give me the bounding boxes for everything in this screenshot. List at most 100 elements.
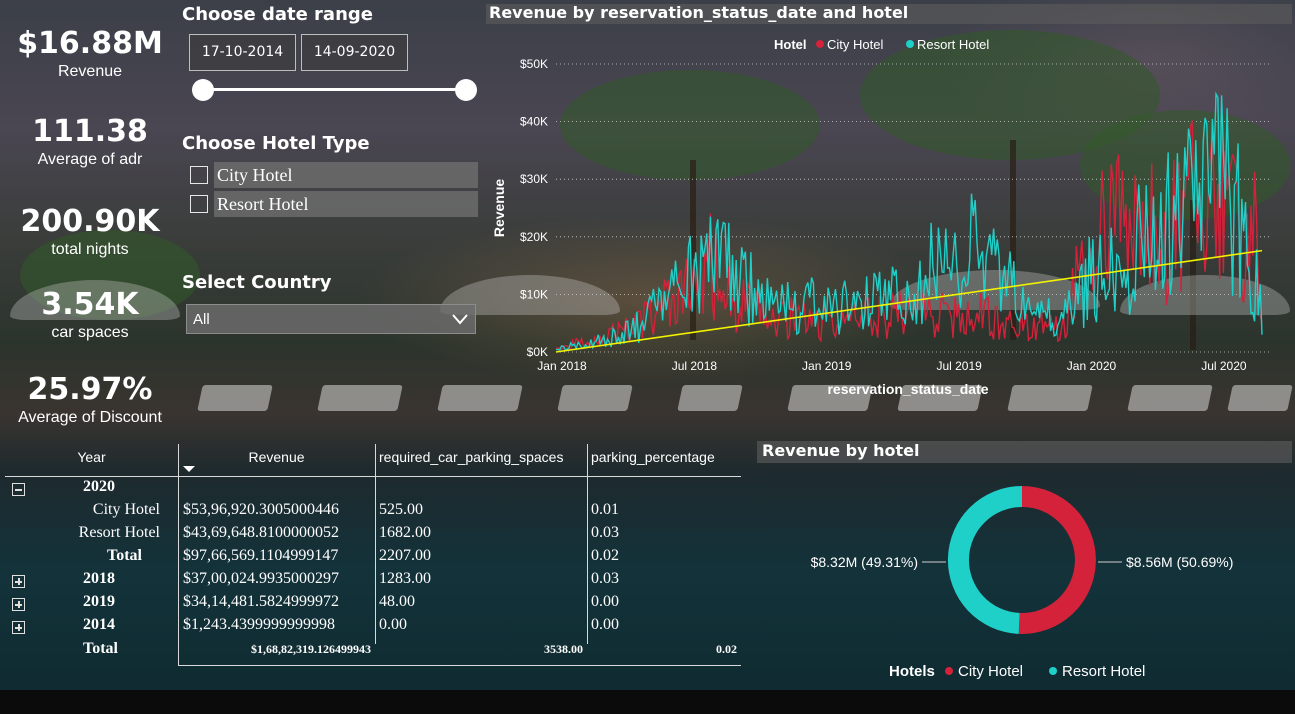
revenue-cell: $53,96,920.3005000446 — [183, 501, 339, 518]
percentage-cell: 0.03 — [591, 570, 619, 587]
percentage-cell: 0.01 — [591, 501, 619, 518]
revenue-donut-chart[interactable]: $8.56M (50.69%) $8.32M (49.31%) Hotels City… — [757, 466, 1292, 688]
kpi-value: 111.38 — [32, 114, 148, 149]
plus-box-icon[interactable] — [12, 621, 25, 634]
kpi-total-nights: 200.90K total nights — [0, 204, 180, 260]
kpi-value: 25.97% — [27, 372, 153, 407]
bottom-bar — [0, 690, 1295, 714]
column-header-0[interactable]: Year — [5, 444, 178, 476]
kpi-car-spaces: 3.54K car spaces — [0, 287, 180, 343]
hotel-option-resort[interactable]: Resort Hotel — [188, 191, 478, 217]
checkbox[interactable] — [190, 166, 208, 184]
total-percentage-cell: 0.02 — [716, 642, 737, 656]
row-label[interactable]: 2014 — [83, 616, 163, 634]
hotel-option-city[interactable]: City Hotel — [188, 162, 478, 188]
header-divider — [5, 476, 741, 477]
y-tick-label: $40K — [520, 115, 548, 129]
sort-desc-icon[interactable] — [183, 466, 195, 472]
y-tick-label: $0K — [527, 345, 548, 359]
hotel-type-title: Choose Hotel Type — [182, 133, 370, 154]
y-tick-label: $20K — [520, 230, 548, 244]
date-slider-end-handle[interactable] — [455, 79, 477, 101]
donut-slice-city-hotel[interactable] — [1018, 486, 1096, 634]
percentage-cell: 0.00 — [591, 593, 619, 610]
hotel-option-label: Resort Hotel — [214, 191, 478, 217]
parking-cell: 2207.00 — [379, 547, 431, 564]
column-divider — [178, 444, 179, 666]
row-label: Resort Hotel — [78, 524, 160, 541]
country-title: Select Country — [182, 272, 332, 293]
donut-legend-item: City Hotel — [958, 663, 1023, 680]
row-label[interactable]: 2020 — [83, 478, 163, 496]
legend-title: Hotel — [774, 37, 807, 52]
kpi-revenue: $16.88M Revenue — [0, 26, 180, 82]
date-slider-track[interactable] — [203, 88, 466, 91]
legend-item: City Hotel — [827, 37, 883, 52]
column-divider — [375, 444, 376, 644]
legend-marker — [906, 40, 914, 48]
x-tick-label: Jul 2019 — [936, 359, 982, 373]
pool-chair — [317, 385, 403, 411]
row-label: Total — [107, 547, 142, 564]
x-axis-title: reservation_status_date — [827, 381, 988, 397]
donut-legend-title: Hotels — [889, 663, 935, 680]
country-dropdown[interactable]: All — [186, 304, 476, 334]
kpi-label: car spaces — [51, 324, 129, 341]
minus-box-icon[interactable] — [12, 483, 25, 496]
revenue-cell: $97,66,569.1104999147 — [183, 547, 339, 564]
total-parking-cell: 3538.00 — [544, 642, 583, 656]
revenue-cell: $34,14,481.5824999972 — [183, 593, 339, 610]
donut-title: Revenue by hotel — [762, 441, 920, 460]
revenue-line-chart[interactable]: Hotel City Hotel Resort Hotel $0K $10K $20K $3… — [486, 26, 1292, 398]
line-chart-title: Revenue by reservation_status_date and h… — [489, 3, 909, 22]
revenue-matrix[interactable]: Year Revenue required_car_parking_spaces pa… — [5, 444, 741, 666]
revenue-cell: $37,00,024.9935000297 — [183, 570, 339, 587]
y-tick-label: $50K — [520, 57, 548, 71]
x-tick-label: Jul 2020 — [1201, 359, 1247, 373]
percentage-cell: 0.00 — [591, 616, 619, 633]
date-range-title: Choose date range — [182, 4, 373, 25]
parking-cell: 0.00 — [379, 616, 407, 633]
row-label: City Hotel — [92, 501, 160, 518]
row-label[interactable]: 2019 — [83, 593, 163, 611]
plus-box-icon[interactable] — [12, 598, 25, 611]
percentage-cell: 0.02 — [591, 547, 619, 564]
column-divider — [587, 444, 588, 644]
donut-slice-resort-hotel[interactable] — [947, 485, 1022, 634]
grid-bottom-line — [178, 665, 741, 666]
hotel-option-label: City Hotel — [214, 162, 478, 188]
x-tick-label: Jan 2020 — [1067, 359, 1117, 373]
kpi-average-discount: 25.97% Average of Discount — [0, 372, 180, 428]
kpi-label: total nights — [51, 241, 129, 258]
end-date-input[interactable]: 14-09-2020 — [301, 34, 408, 71]
kpi-label: Revenue — [57, 63, 123, 80]
kpi-label: Average of Discount — [18, 409, 162, 426]
x-tick-label: Jan 2019 — [802, 359, 852, 373]
kpi-average-adr: 111.38 Average of adr — [0, 114, 180, 170]
row-label[interactable]: 2018 — [83, 570, 163, 588]
checkbox[interactable] — [190, 195, 208, 213]
date-slider-start-handle[interactable] — [192, 79, 214, 101]
column-header-2[interactable]: required_car_parking_spaces — [379, 444, 591, 476]
total-revenue-cell: $1,68,82,319.126499943 — [251, 642, 371, 656]
kpi-value: 3.54K — [41, 287, 139, 322]
donut-legend-marker — [1049, 667, 1057, 675]
total-row-label: Total — [83, 640, 118, 657]
chevron-down-icon — [452, 314, 468, 325]
parking-cell: 1682.00 — [379, 524, 431, 541]
y-tick-label: $30K — [520, 172, 548, 186]
kpi-value: 200.90K — [20, 204, 160, 239]
country-selected-value: All — [193, 311, 210, 328]
column-header-3[interactable]: parking_percentage — [591, 444, 745, 476]
plus-box-icon[interactable] — [12, 575, 25, 588]
donut-data-label: $8.56M (50.69%) — [1126, 554, 1233, 570]
parking-cell: 1283.00 — [379, 570, 431, 587]
pool-chair — [197, 385, 273, 411]
column-header-1[interactable]: Revenue — [178, 444, 375, 476]
percentage-cell: 0.03 — [591, 524, 619, 541]
x-tick-label: Jul 2018 — [672, 359, 718, 373]
x-tick-label: Jan 2018 — [537, 359, 587, 373]
start-date-input[interactable]: 17-10-2014 — [189, 34, 296, 71]
kpi-value: $16.88M — [17, 26, 163, 61]
parking-cell: 525.00 — [379, 501, 423, 518]
